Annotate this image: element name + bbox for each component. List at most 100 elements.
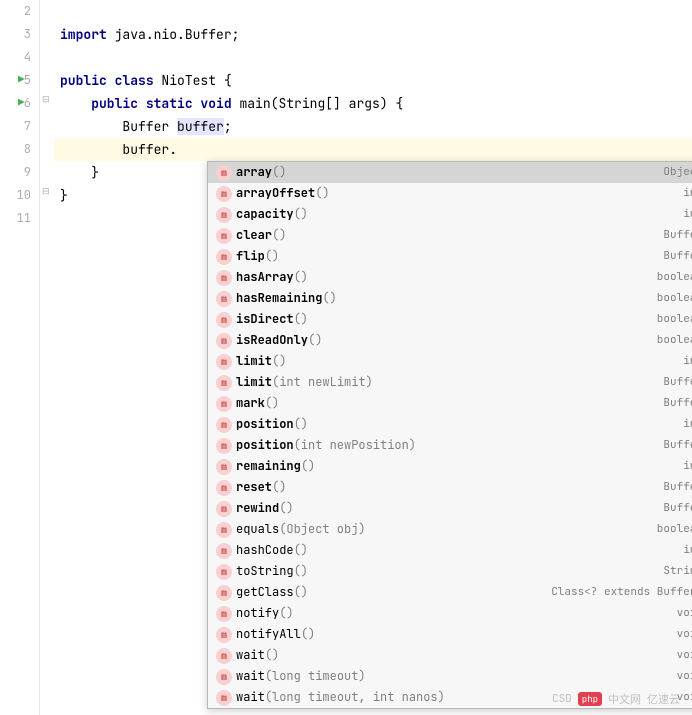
method-params: (long timeout, int nanos) [265, 687, 445, 708]
run-icon[interactable]: ▶ [18, 69, 25, 92]
method-name: mark [236, 393, 265, 414]
method-icon: m [216, 606, 232, 622]
gutter-line[interactable]: ▶ 6 [0, 92, 31, 115]
autocomplete-item[interactable]: mlimit()int [208, 351, 692, 372]
gutter-line: 3 [0, 23, 31, 46]
fold-open-icon[interactable]: ⊟ [42, 93, 50, 105]
method-icon: m [216, 165, 232, 181]
autocomplete-item[interactable]: mwait()void [208, 645, 692, 666]
return-type: int [683, 456, 692, 477]
autocomplete-item[interactable]: mhashCode()int [208, 540, 692, 561]
autocomplete-item[interactable]: mhasArray()boolean [208, 267, 692, 288]
autocomplete-item[interactable]: mposition()int [208, 414, 692, 435]
autocomplete-item[interactable]: mflip()Buffer [208, 246, 692, 267]
method-name: position [236, 414, 294, 435]
autocomplete-item[interactable]: misReadOnly()boolean [208, 330, 692, 351]
autocomplete-item[interactable]: mreset()Buffer [208, 477, 692, 498]
return-type: void [677, 603, 692, 624]
method-params: (long timeout) [265, 666, 366, 687]
autocomplete-item[interactable]: mlimit(int newLimit)Buffer [208, 372, 692, 393]
return-type: int [683, 183, 692, 204]
method-name: equals [236, 519, 279, 540]
fold-close-icon[interactable]: ⊟ [42, 185, 50, 197]
method-name: isDirect [236, 309, 294, 330]
return-type: Buffer [663, 498, 692, 519]
autocomplete-item[interactable]: marray()Object [208, 162, 692, 183]
return-type: int [683, 204, 692, 225]
return-type: boolean [657, 519, 692, 540]
method-params: () [294, 540, 308, 561]
run-icon[interactable]: ▶ [18, 92, 25, 115]
type-name: Buffer [60, 118, 177, 135]
autocomplete-item[interactable]: mnotify() void [208, 603, 692, 624]
method-name: arrayOffset [236, 183, 315, 204]
code-line[interactable]: Buffer buffer; [54, 115, 692, 138]
return-type: boolean [657, 309, 692, 330]
autocomplete-item[interactable]: mclear()Buffer [208, 225, 692, 246]
method-params: () [272, 477, 286, 498]
method-icon: m [216, 690, 232, 706]
gutter-line: 2 [0, 0, 31, 23]
fold-column: ⊟ ⊟ [40, 0, 54, 715]
autocomplete-item[interactable]: mhasRemaining()boolean [208, 288, 692, 309]
autocomplete-popup[interactable]: marray()ObjectmarrayOffset()intmcapacity… [207, 161, 692, 709]
method-icon: m [216, 228, 232, 244]
autocomplete-item[interactable]: mrewind()Buffer [208, 498, 692, 519]
keyword-public: public [60, 72, 107, 89]
autocomplete-item[interactable]: mtoString()String [208, 561, 692, 582]
keyword-void: void [193, 95, 232, 112]
method-params: () [301, 624, 315, 645]
code-line[interactable] [54, 0, 692, 23]
autocomplete-item[interactable]: mequals(Object obj)boolean [208, 519, 692, 540]
method-name: getClass [236, 582, 294, 603]
autocomplete-item[interactable]: mposition(int newPosition) Buffer [208, 435, 692, 456]
autocomplete-item[interactable]: mcapacity()int [208, 204, 692, 225]
method-name: notify [236, 603, 279, 624]
autocomplete-item[interactable]: mwait(long timeout)void [208, 666, 692, 687]
return-type: Buffer [663, 435, 692, 456]
method-icon: m [216, 396, 232, 412]
watermark-csd: CSD [552, 692, 572, 706]
autocomplete-item[interactable]: marrayOffset()int [208, 183, 692, 204]
gutter-line: 8 [0, 138, 31, 161]
gutter-line: 4 [0, 46, 31, 69]
autocomplete-item[interactable]: mnotifyAll()void [208, 624, 692, 645]
autocomplete-item[interactable]: misDirect()boolean [208, 309, 692, 330]
method-params: () [308, 330, 322, 351]
method-name: array [236, 162, 272, 183]
method-name: limit [236, 351, 272, 372]
return-type: boolean [657, 288, 692, 309]
method-icon: m [216, 501, 232, 517]
method-icon: m [216, 648, 232, 664]
code-line[interactable] [54, 46, 692, 69]
gutter-line: 11 [0, 207, 31, 230]
autocomplete-item[interactable]: mgetClass()Class<? extends Buffer> [208, 582, 692, 603]
method-params: (Object obj) [279, 519, 365, 540]
method-name: hasRemaining [236, 288, 322, 309]
code-line[interactable]: import java.nio.Buffer; [54, 23, 692, 46]
autocomplete-item[interactable]: mremaining()int [208, 456, 692, 477]
method-params: (int newLimit) [272, 372, 373, 393]
method-icon: m [216, 333, 232, 349]
method-params: () [294, 204, 308, 225]
autocomplete-list: marray()ObjectmarrayOffset()intmcapacity… [208, 162, 692, 708]
method-params: () [279, 603, 293, 624]
method-name: position [236, 435, 294, 456]
code-line[interactable]: public class NioTest { [54, 69, 692, 92]
method-icon: m [216, 669, 232, 685]
class-name: NioTest { [154, 72, 232, 89]
code-line-active[interactable]: buffer. [54, 138, 692, 161]
method-name: capacity [236, 204, 294, 225]
code-area[interactable]: import java.nio.Buffer; public class Nio… [54, 0, 692, 715]
return-type: void [677, 645, 692, 666]
code-line[interactable]: public static void main(String[] args) { [54, 92, 692, 115]
method-icon: m [216, 270, 232, 286]
variable-highlight: buffer [177, 118, 224, 135]
return-type: Buffer [663, 477, 692, 498]
method-params: () [272, 162, 286, 183]
gutter-line[interactable]: ▶ 5 [0, 69, 31, 92]
method-icon: m [216, 438, 232, 454]
autocomplete-item[interactable]: mmark()Buffer [208, 393, 692, 414]
method-params: () [294, 267, 308, 288]
method-params: (int newPosition) [294, 435, 416, 456]
